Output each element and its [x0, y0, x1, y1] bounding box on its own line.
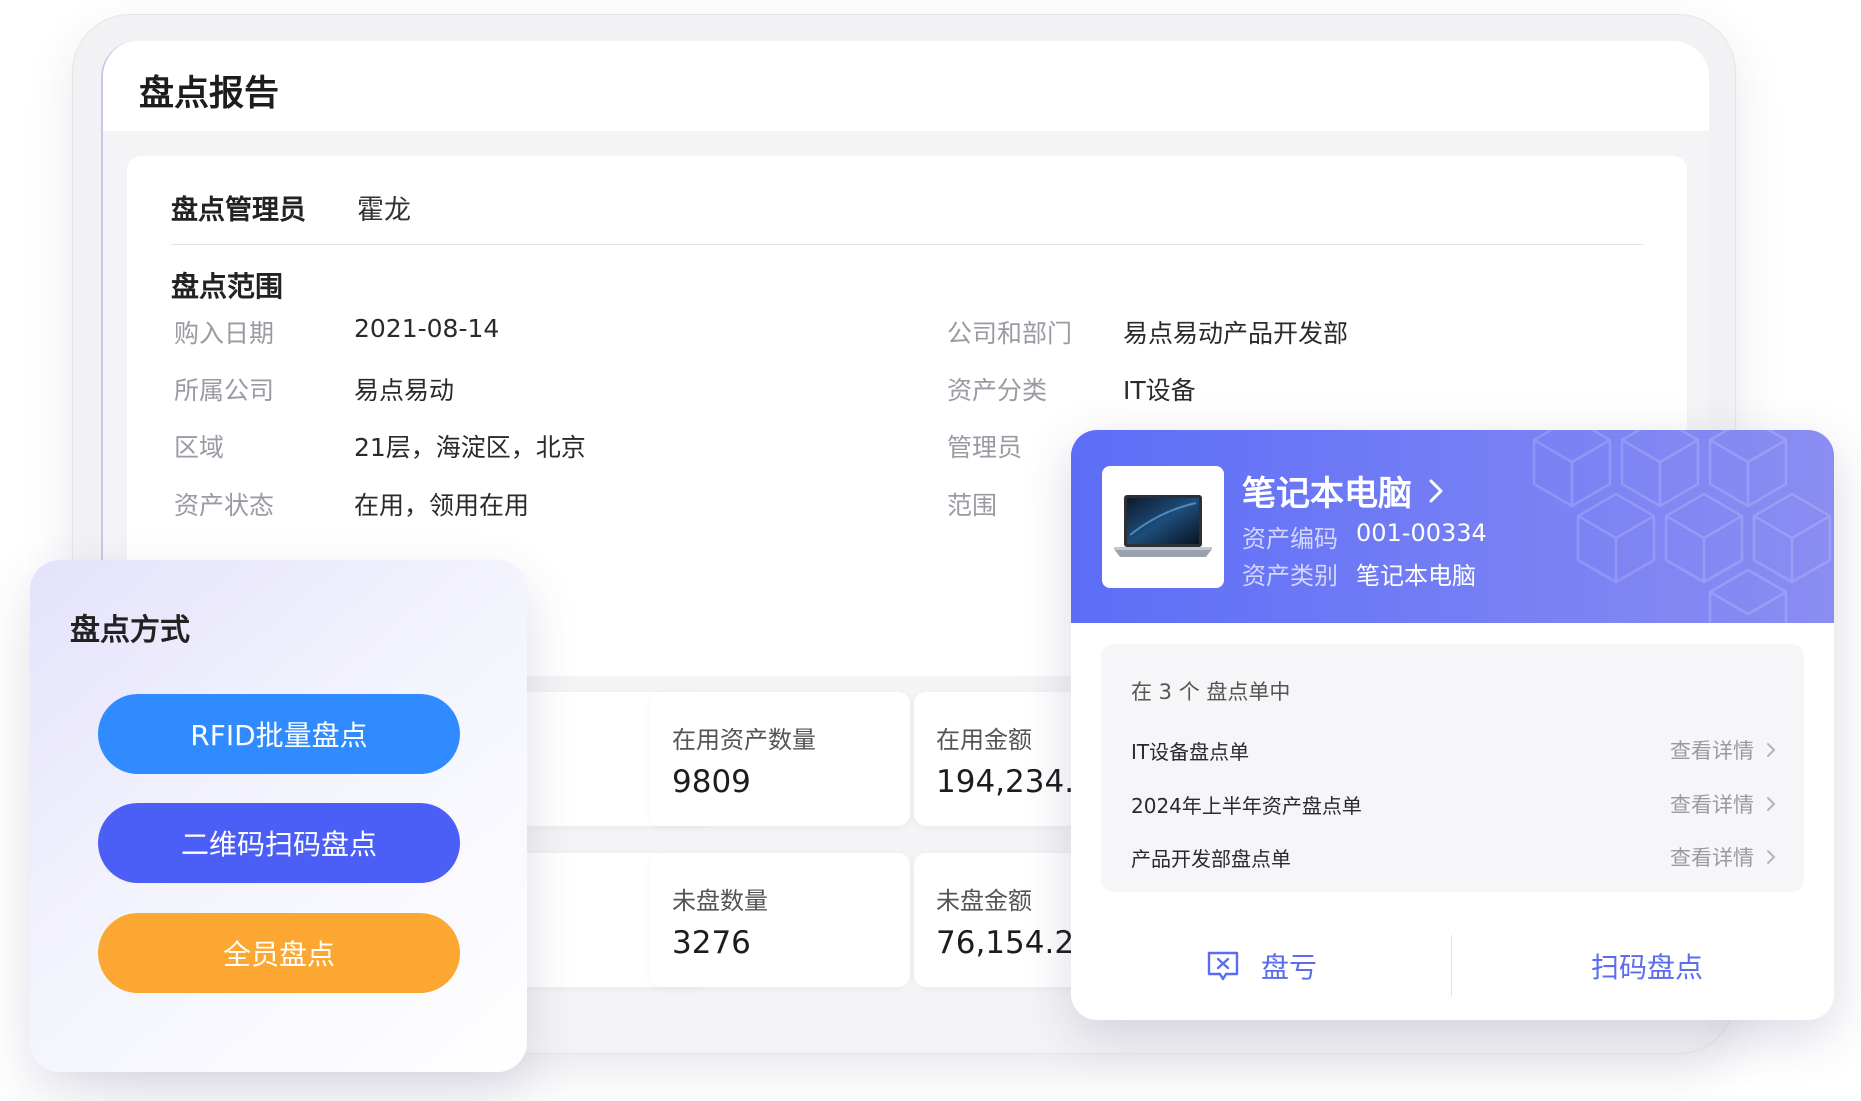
field-label: 所属公司	[174, 376, 275, 405]
asset-name: 笔记本电脑	[1242, 474, 1412, 514]
manager-label: 盘点管理员	[171, 195, 306, 226]
manager-value: 霍龙	[357, 195, 411, 226]
field-value: 在用，领用在用	[354, 491, 530, 520]
view-details-label: 查看详情	[1670, 846, 1754, 870]
inventory-loss-button[interactable]: 盘亏	[1205, 946, 1317, 986]
close-box-icon	[1207, 951, 1239, 981]
rfid-batch-button[interactable]: RFID批量盘点	[98, 694, 460, 774]
list-item-name: 产品开发部盘点单	[1131, 846, 1291, 871]
stat-label: 未盘金额	[936, 887, 1032, 915]
field-admin: 管理员	[947, 428, 1022, 464]
method-title: 盘点方式	[70, 613, 190, 648]
inventory-method-card: 盘点方式 RFID批量盘点 二维码扫码盘点 全员盘点	[30, 560, 527, 1072]
field-label: 资产分类	[947, 376, 1048, 405]
asset-name-link[interactable]: 笔记本电脑	[1242, 466, 1444, 515]
chevron-right-icon	[1767, 797, 1776, 811]
stat-label: 未盘数量	[672, 887, 768, 915]
page-title: 盘点报告	[139, 74, 280, 114]
list-item: IT设备盘点单 查看详情	[1131, 734, 1776, 766]
asset-code-row: 资产编码 001-00334	[1242, 519, 1487, 554]
report-header: 盘点报告	[103, 41, 1709, 131]
field-company: 所属公司 易点易动	[174, 371, 454, 407]
field-value: 21层，海淀区，北京	[354, 433, 586, 462]
field-value: 2021-08-14	[354, 314, 500, 343]
field-company-dept: 公司和部门 易点易动产品开发部	[947, 314, 1348, 350]
asset-code-label: 资产编码	[1242, 525, 1338, 553]
laptop-thumbnail	[1102, 466, 1224, 588]
field-value: 易点易动	[354, 376, 455, 405]
inventory-list-box: 在 3 个 盘点单中 IT设备盘点单 查看详情 2024年上半年资产盘点单 查看…	[1101, 644, 1804, 892]
all-staff-button[interactable]: 全员盘点	[98, 913, 460, 993]
stat-value: 9809	[672, 764, 751, 800]
stat-card-uncounted-count: 未盘数量 3276	[650, 853, 910, 987]
asset-header: 笔记本电脑 资产编码 001-00334 资产类别 笔记本电脑	[1071, 430, 1834, 623]
laptop-icon	[1114, 495, 1212, 557]
list-header: 在 3 个 盘点单中	[1131, 680, 1291, 704]
asset-card: 笔记本电脑 资产编码 001-00334 资产类别 笔记本电脑 在 3 个 盘点…	[1071, 430, 1834, 1020]
field-value: 易点易动产品开发部	[1123, 319, 1349, 348]
stat-card-in-use-count: 在用资产数量 9809	[650, 692, 910, 826]
asset-type-label: 资产类别	[1242, 562, 1338, 590]
field-label: 资产状态	[174, 491, 275, 520]
asset-type-row: 资产类别 笔记本电脑	[1242, 556, 1476, 591]
list-item-name: 2024年上半年资产盘点单	[1131, 793, 1362, 818]
chevron-right-icon	[1767, 850, 1776, 864]
divider	[171, 244, 1643, 245]
chevron-right-icon	[1767, 743, 1776, 757]
view-details-link[interactable]: 查看详情	[1670, 842, 1776, 872]
field-label: 购入日期	[174, 319, 275, 348]
stat-label: 在用金额	[936, 726, 1032, 754]
stat-value: 3276	[672, 925, 751, 961]
field-label: 管理员	[947, 433, 1023, 462]
asset-type-value: 笔记本电脑	[1356, 562, 1476, 590]
manager-row: 盘点管理员 霍龙	[171, 188, 411, 227]
field-asset-status: 资产状态 在用，领用在用	[174, 486, 529, 522]
inventory-loss-label: 盘亏	[1261, 951, 1318, 984]
field-purchase-date: 购入日期 2021-08-14	[174, 314, 499, 350]
field-label: 区域	[174, 433, 225, 462]
chevron-right-icon	[1429, 479, 1443, 502]
asset-code-value: 001-00334	[1356, 519, 1487, 547]
stat-label: 在用资产数量	[672, 726, 816, 754]
list-item-name: IT设备盘点单	[1131, 739, 1250, 764]
field-value: IT设备	[1123, 376, 1196, 405]
scope-title: 盘点范围	[171, 270, 284, 303]
view-details-link[interactable]: 查看详情	[1670, 789, 1776, 819]
list-item: 2024年上半年资产盘点单 查看详情	[1131, 788, 1776, 820]
field-area: 区域 21层，海淀区，北京	[174, 428, 586, 464]
field-asset-category: 资产分类 IT设备	[947, 371, 1196, 407]
field-range: 范围	[947, 486, 997, 522]
footer-divider	[1451, 935, 1452, 997]
view-details-label: 查看详情	[1670, 739, 1754, 763]
cube-pattern-icon	[1532, 430, 1832, 623]
scan-inventory-button[interactable]: 扫码盘点	[1591, 946, 1703, 986]
field-label: 公司和部门	[947, 319, 1073, 348]
list-item: 产品开发部盘点单 查看详情	[1131, 841, 1776, 873]
field-label: 范围	[947, 491, 998, 520]
view-details-label: 查看详情	[1670, 793, 1754, 817]
view-details-link[interactable]: 查看详情	[1670, 735, 1776, 765]
qr-scan-button[interactable]: 二维码扫码盘点	[98, 803, 460, 883]
